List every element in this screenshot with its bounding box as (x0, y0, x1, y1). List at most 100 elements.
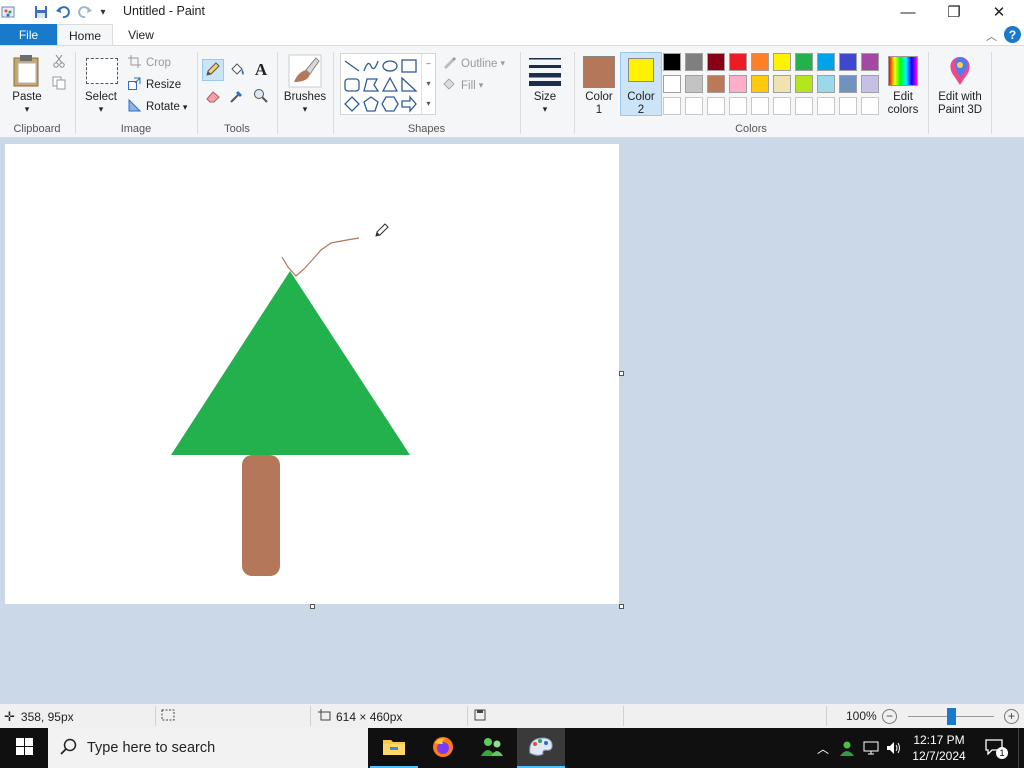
rounded-rectangle-shape-icon[interactable] (343, 76, 361, 94)
size-icon[interactable] (528, 56, 562, 86)
arrow-shape-icon[interactable] (400, 95, 418, 113)
palette-swatch[interactable] (685, 75, 703, 93)
palette-swatch[interactable] (707, 53, 725, 71)
color2-label[interactable]: Color 2 (620, 91, 662, 117)
brushes-icon[interactable] (288, 54, 322, 88)
palette-swatch[interactable] (729, 97, 747, 115)
zoom-slider-thumb[interactable] (946, 708, 956, 725)
close-button[interactable]: ✕ (976, 0, 1022, 24)
curve-shape-icon[interactable] (362, 57, 380, 75)
palette-swatch[interactable] (817, 75, 835, 93)
people-app[interactable] (468, 728, 516, 768)
triangle-shape-icon[interactable] (381, 76, 399, 94)
outline-button[interactable]: Outline ▾ (442, 55, 505, 72)
palette-swatch[interactable] (839, 75, 857, 93)
palette-swatch[interactable] (839, 97, 857, 115)
color1-swatch[interactable] (583, 56, 615, 88)
undo-icon[interactable] (54, 3, 72, 21)
color2-swatch[interactable] (628, 58, 654, 82)
palette-swatch[interactable] (663, 97, 681, 115)
zoom-out-button[interactable]: − (882, 709, 897, 724)
palette-swatch[interactable] (729, 75, 747, 93)
pentagon-shape-icon[interactable] (362, 95, 380, 113)
palette-swatch[interactable] (751, 53, 769, 71)
size-dropdown-icon[interactable]: ▾ (524, 103, 566, 116)
people-tray-icon[interactable] (837, 728, 857, 768)
line-shape-icon[interactable] (343, 57, 361, 75)
collapse-ribbon-icon[interactable]: ︿ (986, 28, 997, 44)
cut-icon[interactable] (52, 54, 66, 71)
start-button[interactable] (0, 728, 48, 768)
diamond-shape-icon[interactable] (343, 95, 361, 113)
resize-handle-right[interactable] (619, 371, 624, 376)
volume-icon[interactable] (884, 728, 904, 768)
firefox-app[interactable] (419, 728, 467, 768)
shapes-scroll[interactable]: – ▾ ▾ (421, 54, 435, 114)
tab-file[interactable]: File (0, 24, 57, 46)
palette-swatch[interactable] (685, 53, 703, 71)
tab-view[interactable]: View (113, 24, 169, 46)
zoom-in-button[interactable]: + (1004, 709, 1019, 724)
palette-swatch[interactable] (729, 53, 747, 71)
rotate-button[interactable]: Rotate ▾ (128, 98, 187, 115)
oval-shape-icon[interactable] (381, 57, 399, 75)
fill-tool[interactable] (226, 59, 248, 81)
palette-swatch[interactable] (817, 97, 835, 115)
palette-swatch[interactable] (707, 75, 725, 93)
palette-swatch[interactable] (795, 75, 813, 93)
hexagon-shape-icon[interactable] (381, 95, 399, 113)
palette-swatch[interactable] (839, 53, 857, 71)
show-desktop-button[interactable] (1018, 728, 1024, 768)
tab-home[interactable]: Home (57, 24, 113, 46)
palette-swatch[interactable] (817, 53, 835, 71)
polygon-shape-icon[interactable] (362, 76, 380, 94)
paint-3d-icon[interactable] (944, 55, 976, 87)
right-triangle-shape-icon[interactable] (400, 76, 418, 94)
copy-icon[interactable] (52, 76, 66, 93)
action-center-button[interactable]: 1 (980, 728, 1008, 768)
palette-swatch[interactable] (773, 97, 791, 115)
text-tool[interactable]: A (250, 59, 272, 81)
select-icon[interactable] (86, 58, 118, 84)
palette-swatch[interactable] (795, 53, 813, 71)
magnifier-tool[interactable] (250, 86, 272, 108)
pencil-tool[interactable] (202, 59, 224, 81)
paste-icon[interactable] (11, 54, 43, 88)
palette-swatch[interactable] (861, 53, 879, 71)
palette-swatch[interactable] (751, 75, 769, 93)
color-picker-tool[interactable] (226, 86, 248, 108)
drawing-canvas[interactable] (5, 144, 619, 604)
palette-swatch[interactable] (773, 53, 791, 71)
edit-with-paint3d-button[interactable]: Edit with Paint 3D (934, 91, 986, 117)
resize-handle-corner[interactable] (619, 604, 624, 609)
brushes-dropdown-icon[interactable]: ▾ (282, 103, 328, 116)
minimize-button[interactable]: — (885, 0, 931, 24)
resize-button[interactable]: Resize (128, 77, 181, 93)
show-hidden-icons-icon[interactable]: ︿ (813, 728, 833, 768)
palette-swatch[interactable] (773, 75, 791, 93)
palette-swatch[interactable] (751, 97, 769, 115)
palette-swatch[interactable] (685, 97, 703, 115)
palette-swatch[interactable] (861, 97, 879, 115)
redo-icon[interactable] (76, 3, 94, 21)
file-explorer-app[interactable] (370, 728, 418, 768)
paint-app[interactable] (517, 728, 565, 768)
palette-swatch[interactable] (663, 75, 681, 93)
color1-label[interactable]: Color 1 (578, 91, 620, 117)
resize-handle-bottom[interactable] (310, 604, 315, 609)
eraser-tool[interactable] (202, 86, 224, 108)
palette-swatch[interactable] (861, 75, 879, 93)
network-icon[interactable] (861, 728, 881, 768)
crop-button[interactable]: Crop (128, 55, 171, 71)
edit-colors-button[interactable]: Edit colors (880, 91, 926, 117)
select-dropdown-icon[interactable]: ▾ (80, 103, 122, 116)
maximize-button[interactable]: ❐ (931, 0, 977, 24)
taskbar-search-box[interactable]: Type here to search (48, 728, 368, 768)
clock[interactable]: 12:17 PM 12/7/2024 (906, 728, 972, 768)
customize-quick-access-icon[interactable]: ▾ (97, 3, 109, 21)
paint-app-icon[interactable] (0, 3, 18, 21)
palette-swatch[interactable] (795, 97, 813, 115)
palette-swatch[interactable] (707, 97, 725, 115)
save-icon[interactable] (32, 3, 50, 21)
edit-colors-icon[interactable] (888, 56, 918, 86)
